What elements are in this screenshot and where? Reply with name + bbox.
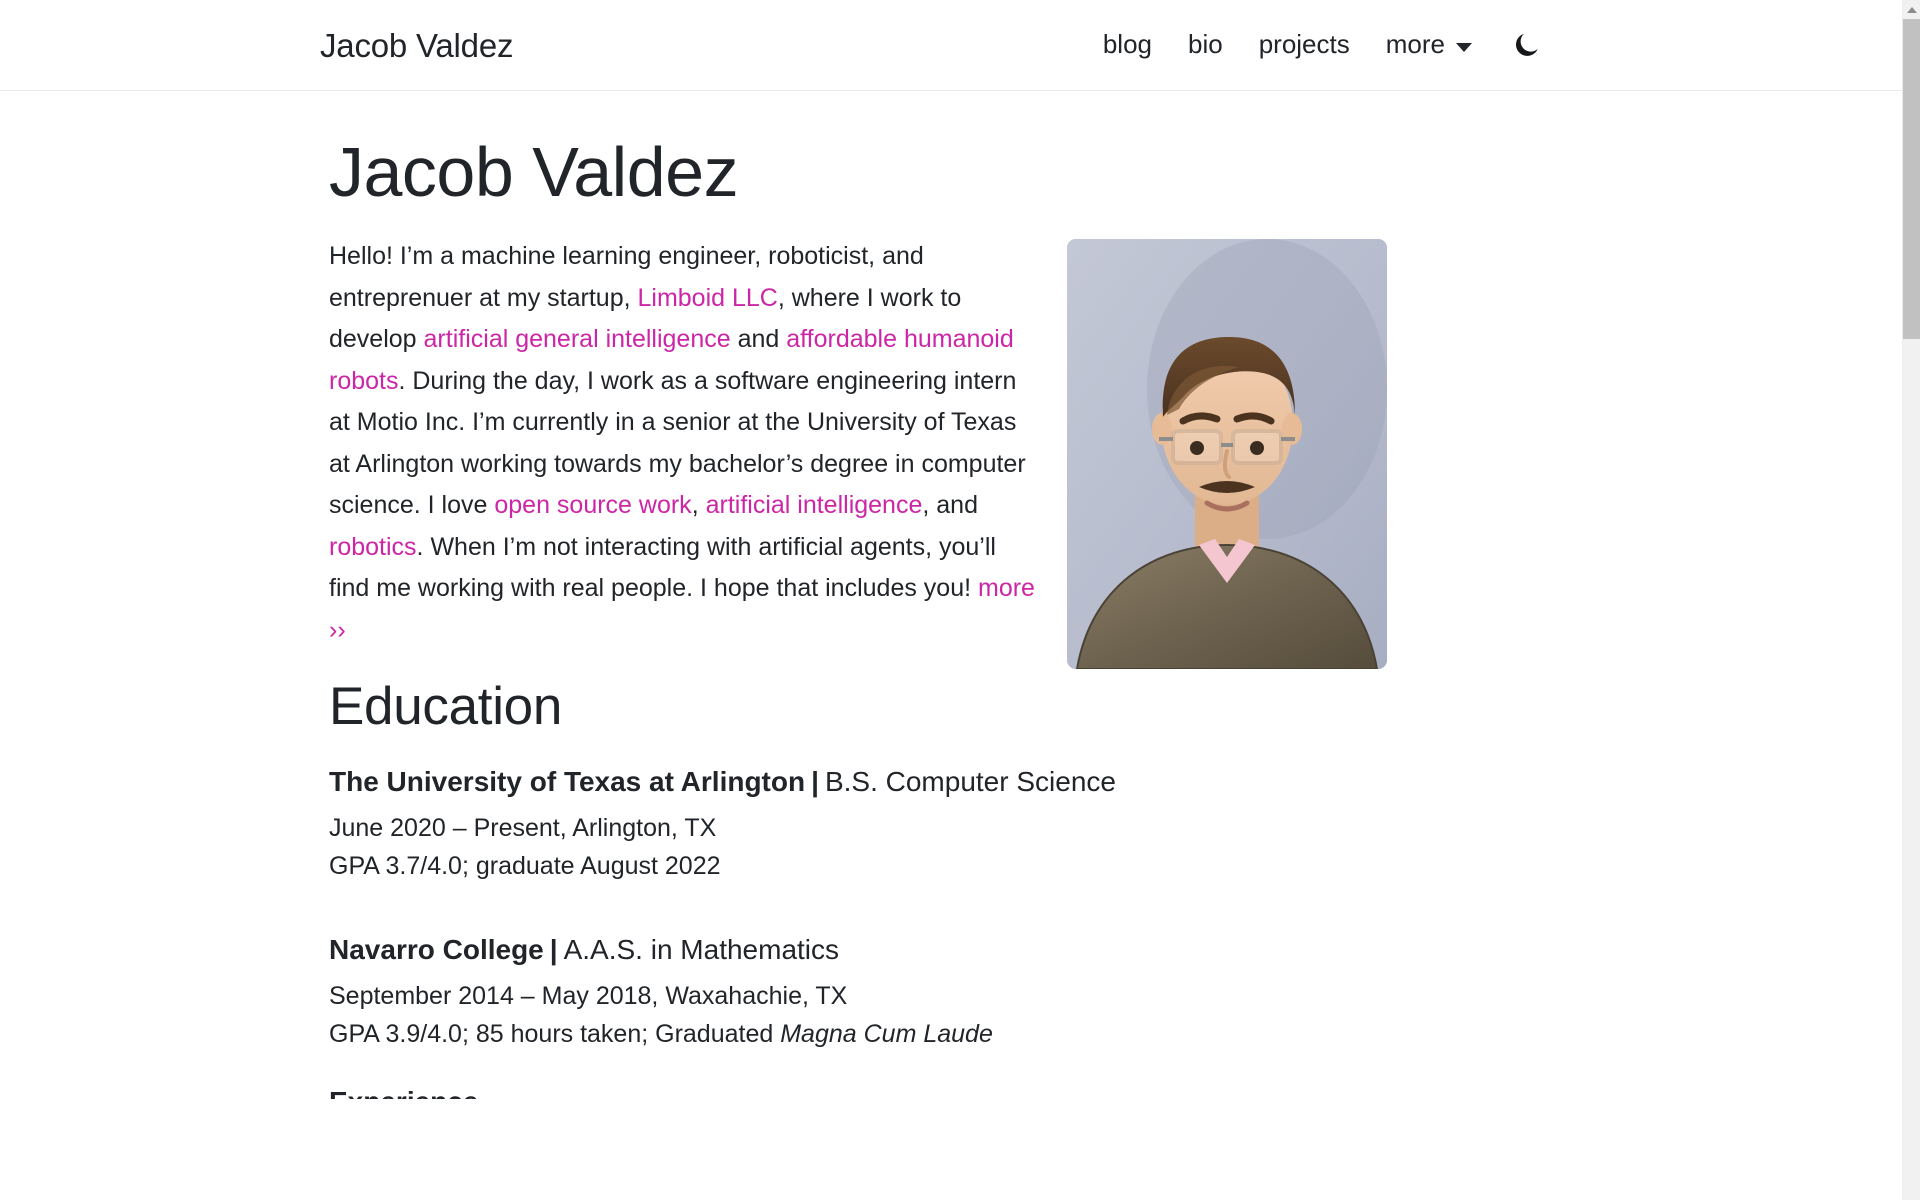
nav-dropdown-more[interactable]: more — [1368, 25, 1484, 64]
link-artificial-general-intelligence[interactable]: artificial general intelligence — [424, 325, 731, 353]
scroll-up-arrow-icon[interactable] — [1903, 3, 1920, 17]
education-degree: A.A.S. in Mathematics — [563, 933, 840, 965]
header-inner: Jacob Valdez blog bio projects more — [318, 25, 1548, 64]
avatar — [1067, 239, 1387, 670]
intro-text-part-7: . When I’m not interacting with artifici… — [329, 532, 996, 603]
nav-item-projects[interactable]: projects — [1241, 25, 1368, 64]
education-entry-title: Navarro College | A.A.S. in Mathematics — [329, 929, 1159, 971]
education-details-text: GPA 3.9/4.0; 85 hours taken; Graduated — [329, 1019, 781, 1048]
education-entry-navarro: Navarro College | A.A.S. in Mathematics Se… — [327, 929, 1557, 1051]
education-separator: | — [549, 933, 558, 965]
link-limboid-llc[interactable]: Limboid LLC — [637, 284, 777, 312]
education-details: GPA 3.7/4.0; graduate August 2022 — [329, 851, 721, 880]
page-title: Jacob Valdez — [329, 133, 739, 211]
intro-text-part-3: and — [730, 325, 787, 354]
page-viewport: Jacob Valdez blog bio projects more Jaco… — [0, 0, 1920, 1200]
education-dates-location: June 2020 – Present, Arlington, TX — [329, 813, 717, 842]
intro-text-part-6: , and — [922, 491, 978, 520]
link-open-source-work[interactable]: open source work — [494, 491, 691, 519]
intro-paragraph: Hello! I’m a machine learning engineer, … — [327, 236, 1039, 651]
site-brand-link[interactable]: Jacob Valdez — [318, 29, 513, 62]
education-entry-uta: The University of Texas at Arlington | B.S… — [327, 761, 1557, 883]
education-dates-location: September 2014 – May 2018, Waxahachie, T… — [329, 981, 848, 1010]
education-entry-title: The University of Texas at Arlington | B.S… — [329, 761, 1159, 803]
intro-text-part-5: , — [691, 491, 706, 520]
next-section-partial: Experience — [327, 1081, 1557, 1099]
intro-section: Hello! I’m a machine learning engineer, … — [327, 236, 1557, 670]
education-school-name: The University of Texas at Arlington — [329, 765, 806, 797]
dark-mode-toggle-button[interactable] — [1506, 28, 1548, 62]
nav-item-blog[interactable]: blog — [1085, 25, 1170, 64]
next-section-partial-label: Experience — [329, 1086, 478, 1099]
link-robotics[interactable]: robotics — [329, 533, 417, 561]
main-content: Jacob Valdez Hello! I’m a machine learni… — [327, 91, 1557, 1099]
page-scrollbar[interactable] — [1902, 0, 1920, 1200]
nav-item-bio[interactable]: bio — [1170, 25, 1241, 64]
link-artificial-intelligence[interactable]: artificial intelligence — [706, 491, 923, 519]
moon-icon — [1516, 33, 1538, 56]
education-school-name: Navarro College — [329, 933, 544, 965]
nav-dropdown-more-label: more — [1385, 29, 1445, 60]
chevron-down-icon — [1456, 42, 1472, 52]
portrait-illustration — [1067, 239, 1387, 670]
main-navigation: blog bio projects more — [1085, 25, 1548, 64]
education-details: GPA 3.9/4.0; 85 hours taken; Graduated M… — [329, 1017, 1557, 1051]
profile-photo-container — [1067, 236, 1387, 670]
education-degree: B.S. Computer Science — [824, 765, 1116, 797]
education-section-heading: Education — [329, 677, 563, 737]
education-separator: | — [811, 765, 819, 797]
scrollbar-thumb[interactable] — [1903, 19, 1920, 339]
education-honors: Magna Cum Laude — [780, 1019, 993, 1048]
site-header: Jacob Valdez blog bio projects more — [0, 0, 1902, 91]
